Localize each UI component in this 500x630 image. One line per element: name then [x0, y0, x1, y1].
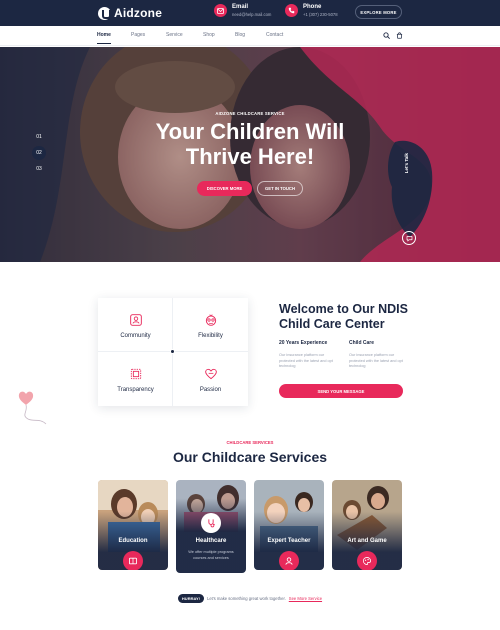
hero-title: Your Children Will Thrive Here!: [0, 119, 500, 169]
nav-item-shop[interactable]: Shop: [203, 32, 215, 38]
search-icon[interactable]: [383, 32, 390, 39]
community-icon: [129, 313, 142, 326]
nav-item-blog[interactable]: Blog: [235, 32, 245, 38]
experience-title: 20 Years Experience: [279, 340, 328, 346]
grid-center-dot: [170, 349, 175, 354]
flexibility-icon: [205, 313, 216, 326]
hero-tagline: AIDZONE CHILDCARE SERVICE: [215, 111, 285, 116]
hero-section: AIDZONE CHILDCARE SERVICE Your Children …: [0, 47, 500, 262]
child-care-title: Child Care: [349, 340, 375, 346]
service-label: Education: [118, 538, 148, 544]
logo-text: Aidzone: [114, 6, 163, 20]
nav-item-service[interactable]: Service: [166, 32, 183, 38]
feature-label: Community: [120, 332, 151, 339]
service-icon-circle: [279, 551, 299, 570]
child-care-column: Child Care Our insurance platform our pr…: [349, 340, 409, 370]
passion-icon: [204, 368, 217, 379]
slide-indicator-1[interactable]: 01: [32, 130, 46, 144]
phone-title: Phone: [303, 4, 322, 10]
feature-label: Transparency: [117, 386, 154, 393]
feature-grid: Community Flexibility Transparency Passi…: [98, 298, 248, 406]
email-icon: [214, 4, 227, 17]
service-card-healthcare[interactable]: Healthcare We offer multiple programs co…: [176, 480, 246, 573]
feature-label: Flexibility: [198, 332, 223, 339]
nav-item-pages[interactable]: Pages: [131, 32, 145, 38]
service-label: Art and Game: [347, 538, 387, 544]
teacher-icon: [285, 557, 293, 565]
service-icon-circle: [357, 551, 377, 570]
welcome-title-line-2: Child Care Center: [279, 317, 385, 331]
main-nav: Home Pages Service Shop Blog Contact: [0, 26, 500, 46]
feature-community[interactable]: Community: [98, 298, 173, 352]
service-card-art-and-game[interactable]: Art and Game: [332, 480, 402, 570]
phone-value: +1 (307) 230-5078: [303, 12, 338, 17]
footer-cta: HURRAY! Let's make something great work …: [0, 594, 500, 603]
email-contact[interactable]: Email need@help.mail.com: [214, 4, 271, 17]
transparency-icon: [130, 368, 141, 379]
service-card-expert-teacher[interactable]: Expert Teacher: [254, 480, 324, 570]
phone-icon: [285, 4, 298, 17]
send-message-button[interactable]: SEND YOUR MESSAGE: [279, 384, 403, 398]
hero-title-line-1: Your Children Will: [155, 119, 345, 144]
feature-flexibility[interactable]: Flexibility: [173, 298, 248, 352]
slide-indicator-3[interactable]: 03: [32, 162, 46, 176]
get-in-touch-button[interactable]: GET IN TOUCH: [257, 181, 303, 196]
phone-contact[interactable]: Phone +1 (307) 230-5078: [285, 4, 338, 17]
child-care-text: Our insurance platform our protected wit…: [349, 353, 403, 368]
explore-more-button[interactable]: EXPLORE MORE: [355, 5, 402, 19]
feature-passion[interactable]: Passion: [173, 352, 248, 406]
slide-indicator-2[interactable]: 02: [32, 146, 46, 160]
heart-balloon-icon: [18, 391, 47, 425]
email-title: Email: [232, 4, 249, 10]
book-icon: [129, 557, 137, 565]
footer-text: Let's make something great work together…: [207, 596, 286, 601]
service-icon-circle: [123, 551, 143, 570]
service-label: Expert Teacher: [267, 538, 311, 544]
experience-column: 20 Years Experience Our insurance platfo…: [279, 340, 339, 370]
service-icon-circle: [201, 513, 221, 533]
welcome-title-line-1: Welcome to Our NDIS: [279, 302, 408, 316]
welcome-title: Welcome to Our NDIS Child Care Center: [279, 302, 429, 332]
discover-more-button[interactable]: DISCOVER MORE: [197, 181, 252, 196]
lets-talk-label[interactable]: Let's Talk: [404, 153, 409, 173]
cart-icon[interactable]: [396, 32, 403, 39]
service-description: We offer multiple programs courses and s…: [188, 550, 234, 560]
nav-item-home[interactable]: Home: [97, 32, 111, 38]
feature-label: Passion: [199, 386, 222, 393]
hero-title-line-2: Thrive Here!: [185, 144, 315, 169]
email-value: need@help.mail.com: [232, 12, 272, 17]
top-bar: Aidzone Email need@help.mail.com Phone +…: [0, 0, 500, 26]
see-more-service-link[interactable]: See More Service: [289, 596, 322, 601]
experience-text: Our insurance platform our protected wit…: [279, 353, 333, 368]
service-card-education[interactable]: Education: [98, 480, 168, 570]
services-title: Our Childcare Services: [172, 449, 328, 465]
logo-icon: [98, 6, 111, 20]
logo[interactable]: Aidzone: [98, 6, 162, 20]
palette-icon: [363, 557, 371, 565]
service-label: Healthcare: [195, 538, 227, 544]
feature-transparency[interactable]: Transparency: [98, 352, 173, 406]
hurray-badge: HURRAY!: [177, 594, 204, 603]
services-tagline: CHILDCARE SERVICES: [226, 440, 274, 445]
nav-item-contact[interactable]: Contact: [266, 32, 283, 38]
chat-icon[interactable]: [402, 231, 416, 245]
nav-active-indicator: [97, 43, 111, 45]
stethoscope-icon: [208, 519, 215, 528]
